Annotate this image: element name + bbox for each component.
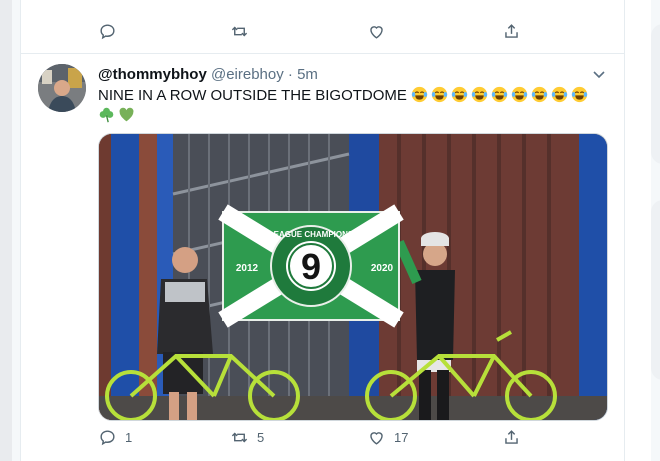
share-button[interactable]	[502, 428, 521, 447]
green-heart-emoji	[119, 107, 134, 122]
right-sidebar-edge	[651, 0, 660, 461]
flag-number: 9	[301, 246, 321, 287]
tweet-text-block: NINE IN A ROW OUTSIDE THE BIGOTDOME	[98, 86, 608, 126]
sidebar-card	[651, 200, 660, 380]
joy-emoji	[471, 86, 488, 103]
flag: 9 2012 2020 LEAGUE CHAMPIONS	[218, 204, 404, 328]
share-icon	[505, 24, 518, 38]
photo-scene: 9 2012 2020 LEAGUE CHAMPIONS	[99, 134, 607, 420]
share-icon	[505, 430, 518, 444]
like-button[interactable]	[367, 22, 394, 41]
heart-icon	[370, 26, 383, 39]
user-handle[interactable]: @eirebhoy	[211, 66, 284, 83]
timeline-column: @thommybhoy @eirebhoy · 5m NINE IN A ROW…	[21, 0, 625, 461]
joy-emoji	[411, 86, 428, 103]
like-button[interactable]: 17	[367, 428, 408, 447]
tweet-divider	[21, 53, 624, 54]
tweet-actions: 1 5 17	[21, 428, 624, 452]
flag-ring-text: LEAGUE CHAMPIONS	[269, 230, 354, 239]
like-count: 17	[394, 430, 409, 445]
heart-icon	[370, 432, 383, 445]
reply-count: 1	[125, 430, 133, 445]
retweet-button[interactable]	[230, 22, 257, 41]
flag-year-right: 2020	[371, 263, 394, 274]
retweet-icon	[231, 432, 248, 443]
retweet-count: 5	[257, 430, 265, 445]
tweet-photo[interactable]: 9 2012 2020 LEAGUE CHAMPIONS	[98, 133, 608, 421]
reply-icon	[100, 24, 115, 40]
joy-emoji	[431, 86, 448, 103]
left-panel-border	[12, 0, 21, 461]
joy-emoji	[551, 86, 568, 103]
separator-dot: ·	[287, 66, 293, 83]
left-panel-edge	[0, 0, 12, 461]
joy-emoji	[491, 86, 508, 103]
retweet-button[interactable]: 5	[230, 428, 264, 447]
sidebar-card	[651, 24, 660, 164]
retweet-icon	[231, 26, 248, 37]
display-name[interactable]: @thommybhoy	[98, 66, 207, 83]
chevron-down-icon[interactable]	[591, 66, 607, 82]
previous-tweet-actions	[21, 22, 624, 46]
joy-emoji	[531, 86, 548, 103]
joy-emoji	[511, 86, 528, 103]
shamrock-emoji	[99, 107, 114, 123]
joy-emoji	[451, 86, 468, 103]
tweet-text: NINE IN A ROW OUTSIDE THE BIGOTDOME	[98, 87, 407, 104]
flag-year-left: 2012	[236, 263, 259, 274]
tweet-header: @thommybhoy @eirebhoy · 5m	[98, 66, 318, 83]
joy-emoji	[571, 86, 588, 103]
reply-icon	[100, 430, 115, 446]
tweet-time[interactable]: 5m	[297, 66, 318, 83]
reply-button[interactable]	[98, 22, 125, 41]
reply-button[interactable]: 1	[98, 428, 132, 447]
share-button[interactable]	[502, 22, 521, 41]
avatar[interactable]	[38, 64, 86, 112]
